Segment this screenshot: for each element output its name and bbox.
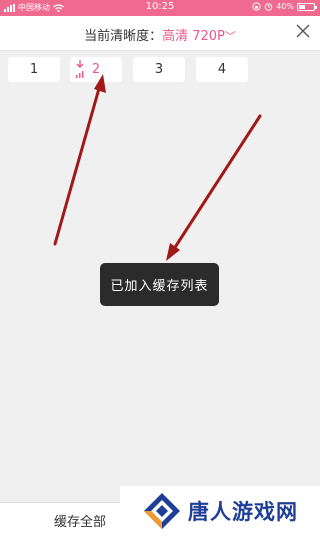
episode-label: 2 <box>91 62 101 77</box>
annotation-arrow-to-episode <box>53 74 106 246</box>
quality-selector[interactable]: 当前清晰度：高清 720P﹀ <box>0 25 320 44</box>
episode-button-1[interactable]: 1 <box>8 57 60 82</box>
brand-logo-icon <box>144 493 180 529</box>
status-right: 40% <box>252 2 317 11</box>
quality-label: 当前清晰度： <box>84 29 163 44</box>
alarm-icon <box>264 3 273 11</box>
episode-label: 4 <box>217 62 227 77</box>
annotation-arrow-to-toast <box>166 114 262 261</box>
episode-button-4[interactable]: 4 <box>196 57 248 82</box>
status-bar: 中国移动 10:25 40% <box>0 0 320 16</box>
quality-header: 当前清晰度：高清 720P﹀ <box>0 16 320 51</box>
lock-rotation-icon <box>252 2 261 11</box>
battery-fill <box>299 4 305 9</box>
close-icon[interactable] <box>294 22 312 40</box>
site-watermark: 唐人游戏网 <box>120 486 320 536</box>
episode-label: 3 <box>154 62 164 77</box>
episode-button-2[interactable]: 2 <box>70 57 122 82</box>
watermark-text: 唐人游戏网 <box>188 500 298 524</box>
quality-value[interactable]: 高清 720P <box>162 29 225 44</box>
episode-button-3[interactable]: 3 <box>133 57 185 82</box>
toast-message: 已加入缓存列表 <box>100 263 219 306</box>
episode-label: 1 <box>29 62 39 77</box>
battery-percent: 40% <box>276 2 294 11</box>
download-progress-icon <box>76 60 84 78</box>
chevron-down-icon[interactable]: ﹀ <box>225 30 236 43</box>
battery-icon <box>297 2 317 11</box>
